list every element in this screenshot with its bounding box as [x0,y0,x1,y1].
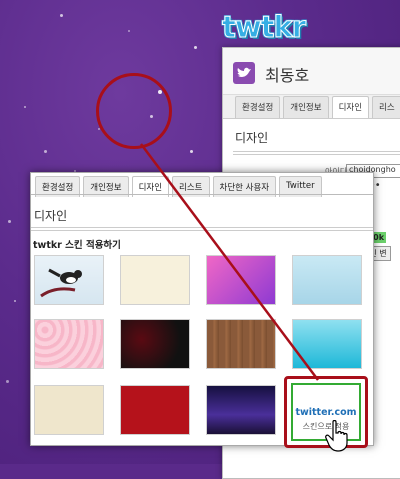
hand-cursor-icon [325,419,351,456]
annotation-line [140,143,319,381]
